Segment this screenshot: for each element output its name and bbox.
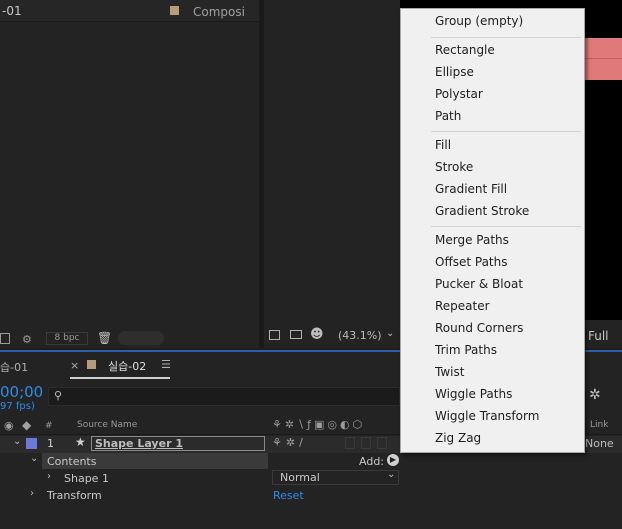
menu-item-pucker-bloat[interactable]: Pucker & Bloat bbox=[435, 277, 523, 291]
menu-item-wiggle-transform[interactable]: Wiggle Transform bbox=[435, 409, 539, 423]
menu-item-polystar[interactable]: Polystar bbox=[435, 87, 483, 101]
tab-active-comp[interactable]: 실습-02 bbox=[108, 358, 146, 374]
search-icon: ⚲ bbox=[54, 389, 63, 402]
contents-label: Contents bbox=[47, 455, 97, 468]
tab-label-swatch bbox=[87, 360, 96, 369]
menu-item-gradient-fill[interactable]: Gradient Fill bbox=[435, 182, 507, 196]
menu-item-zig-zag[interactable]: Zig Zag bbox=[435, 431, 481, 445]
fps-display: 97 fps) bbox=[0, 401, 35, 412]
switch-box[interactable] bbox=[377, 437, 387, 449]
add-menu-button[interactable]: ▶ bbox=[387, 454, 399, 466]
menu-item-merge-paths[interactable]: Merge Paths bbox=[435, 233, 509, 247]
menu-item-repeater[interactable]: Repeater bbox=[435, 299, 490, 313]
reset-link[interactable]: Reset bbox=[273, 489, 304, 502]
chevron-down-icon[interactable]: ⌄ bbox=[13, 436, 21, 447]
chevron-right-icon[interactable]: › bbox=[47, 471, 51, 482]
label-color-swatch bbox=[170, 6, 179, 15]
project-scrollbar[interactable] bbox=[118, 331, 164, 345]
timeline-search-input[interactable] bbox=[48, 387, 400, 406]
switch-box[interactable] bbox=[361, 437, 371, 449]
chevron-down-icon[interactable]: ⌄ bbox=[30, 453, 38, 464]
zoom-level-select[interactable]: (43.1%) bbox=[338, 329, 382, 342]
menu-separator bbox=[431, 37, 581, 38]
column-source-name[interactable]: Source Name bbox=[77, 420, 137, 430]
label-tag-icon[interactable]: ◆ bbox=[22, 418, 31, 432]
menu-separator bbox=[431, 226, 581, 227]
chevron-down-icon: ⌄ bbox=[387, 469, 396, 480]
switch-box[interactable] bbox=[345, 437, 355, 449]
menu-item-trim-paths[interactable]: Trim Paths bbox=[435, 343, 497, 357]
transform-label[interactable]: Transform bbox=[47, 489, 102, 502]
active-tab-underline bbox=[70, 377, 170, 379]
column-hash: # bbox=[45, 421, 53, 431]
menu-item-fill[interactable]: Fill bbox=[435, 138, 451, 152]
layer-label-swatch[interactable] bbox=[26, 438, 37, 449]
close-tab-icon[interactable]: × bbox=[70, 359, 79, 372]
mask-visibility-icon[interactable]: ☻ bbox=[310, 327, 324, 342]
add-label: Add: bbox=[359, 455, 385, 468]
project-item-type: Composi bbox=[193, 5, 245, 19]
layer-switches-icons[interactable]: ⚘✲/ bbox=[272, 436, 307, 449]
interpret-footage-icon[interactable] bbox=[0, 333, 10, 344]
comp-mini-flowchart-icon[interactable]: ✲ bbox=[589, 387, 601, 403]
monitor-icon[interactable] bbox=[290, 330, 302, 339]
chevron-down-icon[interactable]: ⌄ bbox=[386, 328, 394, 339]
star-icon: ★ bbox=[75, 435, 86, 449]
menu-item-offset-paths[interactable]: Offset Paths bbox=[435, 255, 507, 269]
trash-icon[interactable]: 🗑 bbox=[97, 331, 112, 345]
menu-item-group-empty[interactable]: Group (empty) bbox=[435, 14, 523, 28]
tab-prev-comp[interactable]: 습-01 bbox=[0, 359, 28, 375]
tab-menu-icon[interactable]: ☰ bbox=[161, 358, 171, 371]
menu-item-rectangle[interactable]: Rectangle bbox=[435, 43, 495, 57]
shape-group-label[interactable]: Shape 1 bbox=[64, 472, 109, 485]
menu-item-round-corners[interactable]: Round Corners bbox=[435, 321, 523, 335]
menu-separator bbox=[431, 131, 581, 132]
switches-header-icons: ⚘✲∖ƒ▣◎◐⬡ bbox=[272, 418, 366, 431]
timecode-display[interactable]: 00;00 bbox=[0, 383, 43, 401]
chevron-right-icon[interactable]: › bbox=[30, 488, 34, 499]
project-panel bbox=[0, 0, 259, 348]
parent-select[interactable]: None bbox=[585, 437, 614, 450]
layer-number: 1 bbox=[47, 437, 54, 450]
add-dropdown-menu: Group (empty) Rectangle Ellipse Polystar… bbox=[400, 8, 585, 453]
resolution-select[interactable]: Full bbox=[588, 329, 609, 343]
menu-item-twist[interactable]: Twist bbox=[435, 365, 464, 379]
always-preview-icon[interactable] bbox=[269, 330, 280, 340]
menu-item-path[interactable]: Path bbox=[435, 109, 461, 123]
layer-name: Shape Layer 1 bbox=[95, 437, 183, 450]
eye-icon[interactable]: ◉ bbox=[4, 419, 14, 432]
menu-item-stroke[interactable]: Stroke bbox=[435, 160, 473, 174]
bit-depth-button[interactable]: 8 bpc bbox=[46, 332, 88, 345]
shape-layer-preview[interactable] bbox=[585, 38, 622, 80]
menu-item-wiggle-paths[interactable]: Wiggle Paths bbox=[435, 387, 512, 401]
blend-mode-value: Normal bbox=[280, 471, 320, 484]
project-item-name: -01 bbox=[2, 4, 22, 18]
column-parent-link: Link bbox=[590, 420, 609, 430]
menu-item-ellipse[interactable]: Ellipse bbox=[435, 65, 474, 79]
shape-preview-line bbox=[585, 58, 622, 59]
flowchart-icon[interactable]: ⚙ bbox=[22, 333, 32, 346]
menu-item-gradient-stroke[interactable]: Gradient Stroke bbox=[435, 204, 529, 218]
